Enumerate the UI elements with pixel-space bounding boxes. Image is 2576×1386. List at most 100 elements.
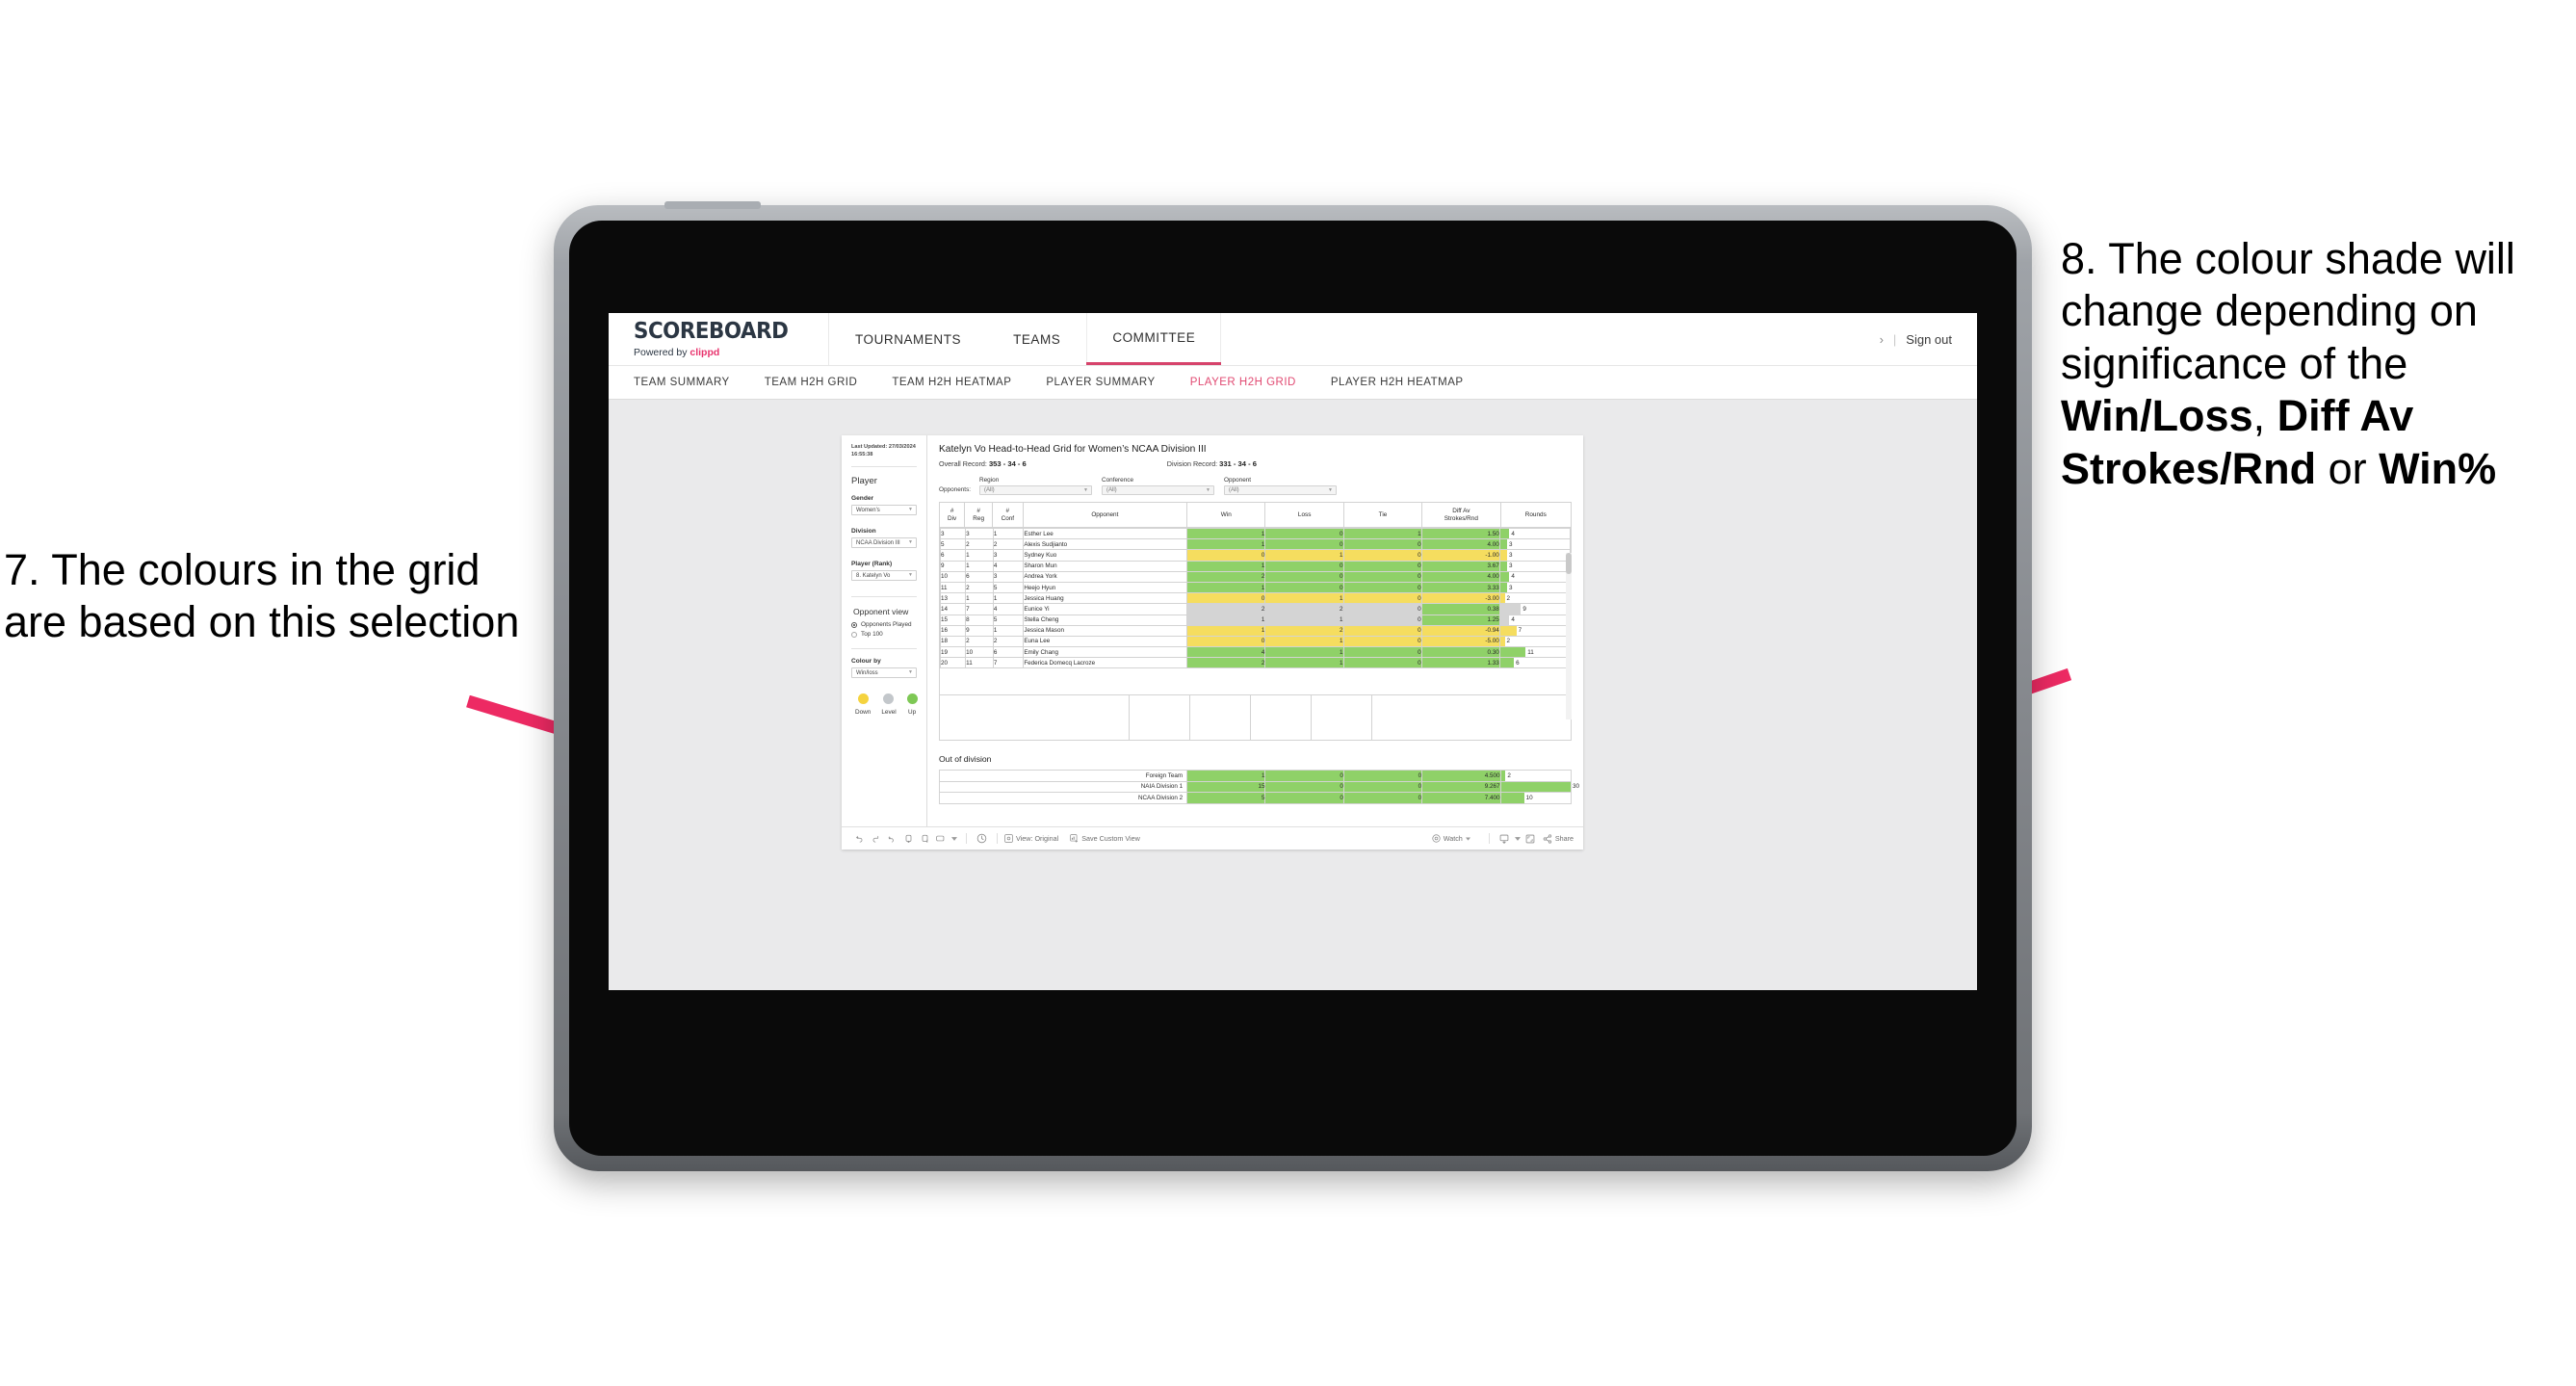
watch-button[interactable]: Watch bbox=[1432, 834, 1470, 843]
table-row[interactable]: 5 2 2 Alexis Sudjianto 1 0 0 4.00 3 bbox=[940, 538, 1571, 551]
grid-cell: Emily Chang bbox=[1023, 646, 1188, 659]
tablet-top-button bbox=[664, 201, 761, 209]
chevron-right-icon[interactable]: › bbox=[1880, 332, 1884, 347]
rounds-bar bbox=[1499, 550, 1507, 561]
filter-panel: Last Updated: 27/03/2024 16:55:38 Player… bbox=[842, 435, 927, 826]
out-of-division-title: Out of division bbox=[939, 754, 992, 764]
table-row[interactable]: 20 11 7 Federica Domecq Lacroze 2 1 0 1.33 6 bbox=[940, 657, 1571, 669]
subnav-player-summary[interactable]: PLAYER SUMMARY bbox=[1046, 377, 1178, 388]
subnav-player-h2h-grid[interactable]: PLAYER H2H GRID bbox=[1190, 377, 1319, 388]
brand-logo[interactable]: SCOREBOARD Powered by clippd bbox=[609, 313, 829, 365]
opponent-view-title: Opponent view bbox=[853, 607, 909, 617]
pause-auto-update-icon[interactable] bbox=[974, 833, 990, 844]
signout-button[interactable]: Sign out bbox=[1906, 332, 1952, 347]
redo-icon[interactable] bbox=[868, 834, 884, 843]
overall-record: Overall Record: 353 - 34 - 6 bbox=[939, 459, 1027, 468]
view-original-button[interactable]: View: Original bbox=[1004, 834, 1058, 843]
th-div-l2: Div bbox=[948, 514, 957, 522]
opponent-select[interactable]: (All) ▼ bbox=[1224, 485, 1337, 495]
table-row[interactable]: 11 2 5 Heejo Hyun 1 0 0 3.33 3 bbox=[940, 581, 1571, 594]
conference-select[interactable]: (All) ▼ bbox=[1102, 485, 1214, 495]
brand-sub-prefix: Powered by bbox=[634, 346, 690, 358]
chevron-down-icon: ▼ bbox=[908, 507, 913, 513]
rounds-value: 3 bbox=[1508, 551, 1513, 559]
th-win: Win bbox=[1186, 502, 1266, 528]
table-row[interactable]: 6 1 3 Sydney Kuo 0 1 0 -1.00 3 bbox=[940, 549, 1571, 562]
nav-item-tournaments[interactable]: TOURNAMENTS bbox=[829, 313, 987, 365]
table-row[interactable]: 19 10 6 Emily Chang 4 1 0 0.30 11 bbox=[940, 646, 1571, 659]
grid-cell: 4 bbox=[992, 560, 1025, 572]
nav-item-teams[interactable]: TEAMS bbox=[987, 313, 1086, 365]
table-row[interactable]: NCAA Division 2 5 0 0 7.400 10 bbox=[938, 792, 1573, 804]
grid-cell-rounds: 6 bbox=[1498, 657, 1571, 669]
grid-cell: 0 bbox=[1342, 657, 1422, 669]
grid-cell: 0 bbox=[1264, 560, 1344, 572]
grid-cell: 18 bbox=[940, 635, 967, 648]
subnav-team-h2h-grid[interactable]: TEAM H2H GRID bbox=[765, 377, 881, 388]
annotation-8-mid2: or bbox=[2316, 443, 2380, 493]
divider bbox=[851, 466, 917, 468]
grid-cell: 0 bbox=[1186, 592, 1266, 605]
radio-opponents-played[interactable]: Opponents Played bbox=[851, 621, 917, 628]
table-row[interactable]: 16 9 1 Jessica Mason 1 2 0 -0.94 7 bbox=[940, 624, 1571, 637]
fullscreen-icon[interactable] bbox=[1522, 834, 1539, 844]
device-layout-icon[interactable] bbox=[933, 834, 950, 843]
table-row[interactable]: Foreign Team 1 0 0 4.500 2 bbox=[938, 770, 1573, 782]
region-select[interactable]: (All) ▼ bbox=[979, 485, 1092, 495]
grid-cell: 10 bbox=[965, 646, 994, 659]
rounds-value: 3 bbox=[1508, 562, 1513, 570]
subnav-team-h2h-heatmap[interactable]: TEAM H2H HEATMAP bbox=[892, 377, 1034, 388]
table-row[interactable]: 15 8 5 Stella Cheng 1 1 0 1.25 4 bbox=[940, 614, 1571, 626]
scrollbar-thumb[interactable] bbox=[1566, 553, 1572, 574]
subnav-player-h2h-heatmap[interactable]: PLAYER H2H HEATMAP bbox=[1331, 377, 1487, 388]
table-row[interactable]: 9 1 4 Sharon Mun 1 0 0 3.67 3 bbox=[940, 560, 1571, 572]
annotation-8-pre: 8. The colour shade will change dependin… bbox=[2061, 234, 2515, 388]
grid-cell: 3 bbox=[992, 549, 1025, 562]
refresh-data-icon[interactable] bbox=[900, 834, 917, 844]
gender-select[interactable]: Women’s ▼ bbox=[851, 505, 917, 516]
grid-cell: 4 bbox=[992, 603, 1025, 615]
chevron-down-icon[interactable] bbox=[1513, 836, 1522, 841]
grid-cell: 3.67 bbox=[1420, 560, 1500, 572]
legend-label-up: Up bbox=[908, 709, 917, 717]
division-value: NCAA Division III bbox=[856, 539, 900, 546]
grid-cell: 2 bbox=[1186, 570, 1266, 583]
chevron-down-icon[interactable] bbox=[950, 836, 959, 841]
grid-cell: 1 bbox=[1264, 646, 1344, 659]
undo-icon[interactable] bbox=[851, 834, 868, 843]
save-custom-view-button[interactable]: Save Custom View bbox=[1070, 834, 1140, 843]
grid-cell: 7 bbox=[992, 657, 1025, 669]
radio-top-100[interactable]: Top 100 bbox=[851, 631, 917, 638]
h2h-grid-scroll[interactable]: 3 3 1 Esther Lee 1 0 1 1.50 4 5 2 2 Alexis Sudjianto… bbox=[940, 528, 1571, 694]
grid-cell: 1.50 bbox=[1420, 528, 1500, 540]
table-row[interactable]: 18 2 2 Euna Lee 0 1 0 -5.00 2 bbox=[940, 635, 1571, 648]
gender-filter: Gender Women’s ▼ bbox=[851, 495, 917, 516]
grid-cell: 1 bbox=[965, 549, 994, 562]
player-rank-select[interactable]: 8. Katelyn Vo ▼ bbox=[851, 570, 917, 582]
grid-cell: Stella Cheng bbox=[1023, 614, 1188, 626]
table-row[interactable]: 10 6 3 Andrea York 2 0 0 4.00 4 bbox=[940, 570, 1571, 583]
division-label: Division bbox=[851, 528, 876, 536]
table-row[interactable]: 13 1 1 Jessica Huang 0 1 0 -3.00 2 bbox=[940, 592, 1571, 605]
share-button[interactable]: Share bbox=[1543, 833, 1574, 844]
legend-swatch-down bbox=[857, 693, 869, 705]
subnav-team-summary[interactable]: TEAM SUMMARY bbox=[634, 377, 753, 388]
grid-cell: 15 bbox=[940, 614, 967, 626]
grid-cell: 1 bbox=[1264, 635, 1344, 648]
table-row[interactable]: NAIA Division 1 15 0 0 9.267 30 bbox=[938, 780, 1579, 794]
table-row[interactable]: 3 3 1 Esther Lee 1 0 1 1.50 4 bbox=[940, 528, 1571, 540]
panel-section-player: Player bbox=[851, 476, 877, 487]
colour-by-value: Win/loss bbox=[856, 669, 878, 676]
division-select[interactable]: NCAA Division III ▼ bbox=[851, 537, 917, 549]
vertical-scrollbar[interactable] bbox=[1566, 553, 1572, 719]
table-row[interactable]: 14 7 4 Eunice Yi 2 2 0 0.38 9 bbox=[940, 603, 1571, 615]
browser-viewport: SCOREBOARD Powered by clippd TOURNAMENTS… bbox=[609, 313, 1977, 990]
colour-by-select[interactable]: Win/loss ▼ bbox=[851, 667, 917, 679]
grid-cell: 2 bbox=[1264, 624, 1344, 637]
pause-refresh-icon[interactable] bbox=[917, 834, 933, 844]
grid-cell: 2 bbox=[992, 635, 1025, 648]
nav-item-committee[interactable]: COMMITTEE bbox=[1086, 313, 1222, 365]
revert-icon[interactable] bbox=[884, 834, 900, 843]
download-icon[interactable] bbox=[1496, 834, 1513, 844]
grid-cell: 1 bbox=[965, 592, 994, 605]
